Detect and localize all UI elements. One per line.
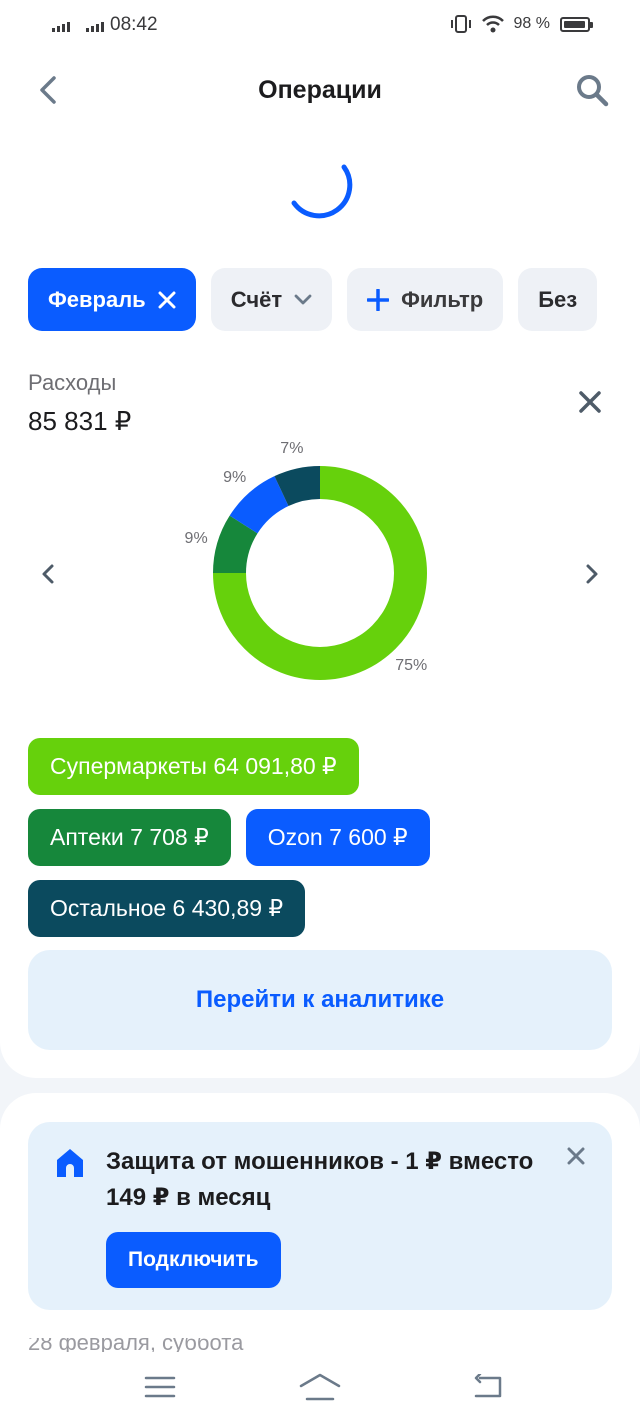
go-to-analytics-button[interactable]: Перейти к аналитике [28,950,612,1050]
signal-icon-2 [86,18,104,32]
expenses-value: 85 831 ₽ [28,406,132,436]
chip-account-label: Счёт [230,286,283,312]
chip-account[interactable]: Счёт [210,268,333,331]
connect-button[interactable]: Подключить [106,1232,281,1288]
back-arrow-icon [474,1374,502,1398]
category-legend: Супермаркеты 64 091,80 ₽ Аптеки 7 708 ₽ … [28,738,618,951]
close-expenses-button[interactable] [574,386,606,418]
chart-prev-button[interactable] [32,558,64,590]
legend-ozon[interactable]: Ozon 7 600 ₽ [245,809,430,866]
next-section-heading: 28 февраля, суббота [28,1338,244,1352]
promo-close-button[interactable] [562,1142,590,1170]
system-nav-bar [0,1352,640,1423]
loading-spinner-icon [291,164,353,219]
plus-icon [367,288,390,311]
chip-filter-label: Фильтр [401,286,484,312]
status-right: 98 % [450,14,593,34]
home-icon [299,1373,341,1401]
slice-ozon [229,476,290,534]
close-icon [567,1147,585,1165]
chevron-down-icon [294,294,312,304]
expenses-donut-chart: 75% 9% 9% 7% [185,440,427,680]
search-icon [577,75,609,107]
chip-february-label: Февраль [48,286,146,312]
filter-chips: Февраль Счёт Фильтр Без [28,268,598,331]
legend-pharmacies[interactable]: Аптеки 7 708 ₽ [28,809,231,866]
page-title: Операции [258,76,382,104]
home-nav-button[interactable] [296,1370,344,1404]
status-bar: 08:42 98 % [0,0,640,52]
chip-without-label: Без [538,286,578,312]
fraud-protection-banner: Защита от мошенников - 1 ₽ вместо 149 ₽ … [28,1122,612,1310]
wifi-icon [481,15,504,33]
battery-percent: 98 % [513,15,550,32]
chip-without[interactable]: Без [518,268,598,331]
chart-next-button[interactable] [576,558,608,590]
chip-filter[interactable]: Фильтр [347,268,504,331]
slice-ozon-label: 9% [223,469,246,486]
menu-nav-button[interactable] [136,1370,184,1404]
legend-supermarkets[interactable]: Супермаркеты 64 091,80 ₽ [28,738,359,795]
menu-icon [144,1376,176,1398]
battery-icon [560,16,593,32]
home-shield-icon [57,1149,83,1177]
slice-pharmacies-label: 9% [185,530,208,547]
chevron-right-icon [586,564,598,584]
promo-title: Защита от мошенников - 1 ₽ вместо 149 ₽ … [106,1148,534,1211]
status-left: 08:42 [52,14,158,36]
slice-supermarkets-label: 75% [395,657,427,674]
search-button[interactable] [572,70,612,110]
slice-other [274,466,321,507]
status-time: 08:42 [110,14,158,35]
slice-other-label: 7% [280,440,303,457]
chip-february[interactable]: Февраль [28,268,196,331]
expenses-label: Расходы [28,370,117,395]
back-nav-button[interactable] [464,1370,512,1404]
vibrate-icon [450,15,471,33]
close-icon[interactable] [158,291,176,309]
chevron-left-icon [42,564,54,584]
close-icon [579,391,601,413]
signal-icon [52,18,70,32]
header: Операции [0,52,640,132]
slice-pharmacies [213,515,258,574]
legend-other[interactable]: Остальное 6 430,89 ₽ [28,880,306,937]
